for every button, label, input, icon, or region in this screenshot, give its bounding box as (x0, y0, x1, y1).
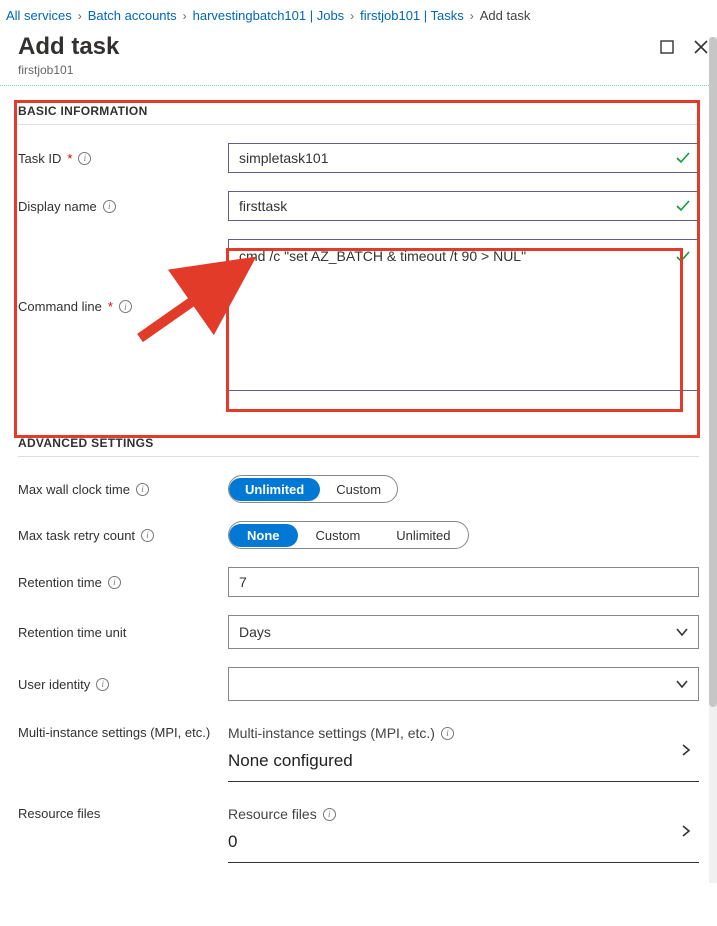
command-line-input[interactable] (228, 239, 699, 391)
chevron-right-icon[interactable] (679, 743, 693, 757)
page-subtitle: firstjob101 (18, 63, 659, 77)
pill-unlimited[interactable]: Unlimited (378, 524, 468, 547)
pill-none[interactable]: None (229, 524, 298, 547)
breadcrumb-link-job-tasks[interactable]: firstjob101 | Tasks (360, 8, 464, 23)
pill-unlimited[interactable]: Unlimited (229, 478, 320, 501)
checkmark-icon (675, 150, 691, 166)
breadcrumb-link-all-services[interactable]: All services (6, 8, 72, 23)
command-line-label: Command line (18, 299, 102, 314)
breadcrumb-link-batch-accounts[interactable]: Batch accounts (88, 8, 177, 23)
checkmark-icon (675, 198, 691, 214)
info-icon[interactable]: i (78, 152, 91, 165)
maximize-icon[interactable] (659, 39, 675, 55)
retention-unit-label: Retention time unit (18, 625, 126, 640)
required-indicator: * (67, 151, 72, 166)
chevron-right-icon: › (183, 9, 187, 23)
retention-time-input[interactable] (228, 567, 699, 597)
info-icon[interactable]: i (119, 300, 132, 313)
chevron-right-icon[interactable] (679, 824, 693, 838)
checkmark-icon (675, 249, 691, 265)
retention-time-label: Retention time (18, 575, 102, 590)
info-icon[interactable]: i (103, 200, 116, 213)
multi-instance-subsection[interactable]: Multi-instance settings (MPI, etc.) i No… (228, 719, 699, 782)
close-icon[interactable] (693, 39, 709, 55)
breadcrumb-current: Add task (480, 8, 531, 23)
scrollbar-track (709, 37, 717, 883)
info-icon[interactable]: i (96, 678, 109, 691)
breadcrumb-link-batch-account-jobs[interactable]: harvestingbatch101 | Jobs (193, 8, 345, 23)
info-icon[interactable]: i (136, 483, 149, 496)
max-wall-clock-label: Max wall clock time (18, 482, 130, 497)
task-id-label: Task ID (18, 151, 61, 166)
display-name-label: Display name (18, 199, 97, 214)
scrollbar-thumb[interactable] (709, 37, 717, 707)
user-identity-label: User identity (18, 677, 90, 692)
max-wall-clock-toggle: Unlimited Custom (228, 475, 398, 503)
resource-files-label: Resource files (18, 806, 100, 821)
info-icon[interactable]: i (108, 576, 121, 589)
pill-custom[interactable]: Custom (298, 524, 379, 547)
required-indicator: * (108, 299, 113, 314)
resource-files-subsection[interactable]: Resource files i 0 (228, 800, 699, 863)
section-advanced-settings: ADVANCED SETTINGS (18, 422, 699, 457)
display-name-input[interactable] (228, 191, 699, 221)
multi-instance-value: None configured (228, 751, 699, 771)
info-icon[interactable]: i (441, 727, 454, 740)
section-basic-information: BASIC INFORMATION (18, 86, 699, 125)
pill-custom[interactable]: Custom (320, 478, 397, 501)
info-icon[interactable]: i (141, 529, 154, 542)
resource-files-header: Resource files (228, 806, 317, 822)
task-id-input[interactable] (228, 143, 699, 173)
page-title: Add task (18, 33, 659, 61)
retention-unit-select[interactable]: Days (228, 615, 699, 649)
multi-instance-header: Multi-instance settings (MPI, etc.) (228, 725, 435, 741)
page-header: Add task firstjob101 (0, 29, 717, 86)
multi-instance-label: Multi-instance settings (MPI, etc.) (18, 725, 210, 740)
chevron-right-icon: › (78, 9, 82, 23)
chevron-right-icon: › (470, 9, 474, 23)
info-icon[interactable]: i (323, 808, 336, 821)
user-identity-select[interactable] (228, 667, 699, 701)
max-retry-toggle: None Custom Unlimited (228, 521, 469, 549)
max-retry-label: Max task retry count (18, 528, 135, 543)
resource-files-value: 0 (228, 832, 699, 852)
chevron-right-icon: › (350, 9, 354, 23)
breadcrumb: All services › Batch accounts › harvesti… (0, 0, 717, 29)
